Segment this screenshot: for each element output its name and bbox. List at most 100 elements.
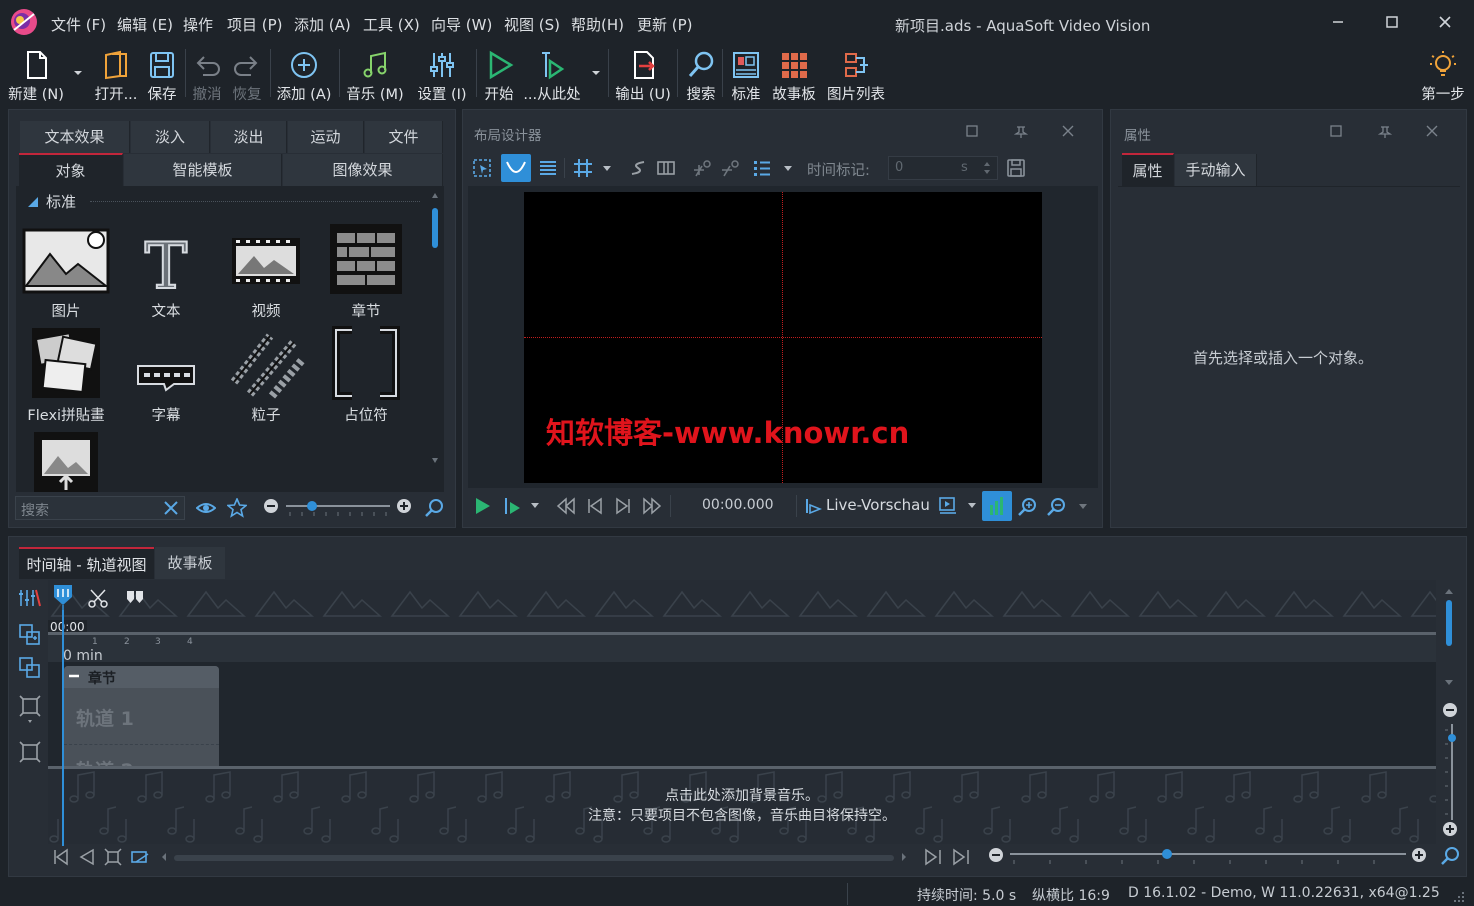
panel-maximize-icon[interactable] [966,125,978,137]
library-item-chapter[interactable]: 章节 [316,222,416,321]
image-list-button[interactable]: 图片列表 [824,47,888,103]
save-button[interactable]: 保存 [142,47,182,103]
tab-manual-input[interactable]: 手动输入 [1175,154,1257,186]
scissors-icon[interactable] [87,588,109,610]
export-button[interactable]: 输出 (U) [612,47,674,103]
horizontal-zoom-in-icon[interactable] [1411,847,1427,863]
timeline-zoom-fit-icon[interactable] [1440,846,1460,866]
preview-dropdown-icon[interactable] [967,502,977,510]
music-button[interactable]: 音乐 (M) [342,47,408,103]
horizontal-zoom-slider[interactable] [1010,848,1406,866]
panel-close-icon[interactable] [1062,125,1074,137]
play-icon[interactable] [472,496,492,516]
background-music-track[interactable]: 点击此处添加背景音乐。 注意：只要项目不包含图像，音乐曲目将保持空。 [48,769,1436,844]
library-search-input[interactable]: 搜索 [15,496,185,520]
tab-fade-in[interactable]: 淡入 [131,121,210,153]
more-dropdown-icon[interactable] [1078,503,1088,511]
panel-pin-icon[interactable] [1014,125,1028,139]
scroll-left-icon[interactable] [160,852,168,862]
menu-file[interactable]: 文件 (F) [51,14,106,35]
vertical-zoom-in-icon[interactable] [1442,821,1458,837]
undo-button[interactable]: 撤消 [187,47,227,103]
zoom-fit-icon[interactable] [424,498,444,518]
show-selection-icon[interactable] [130,848,150,866]
zoom-in-icon[interactable] [1017,497,1037,517]
open-button[interactable]: 打开... [90,47,142,103]
menu-edit[interactable]: 编辑 (E) [117,14,173,35]
standard-view-button[interactable]: 标准 [725,47,767,103]
menu-action[interactable]: 操作 [183,14,213,35]
library-item-particles[interactable]: 粒子 [216,326,316,425]
horizontal-zoom-out-icon[interactable] [988,847,1004,863]
previous-object-icon[interactable] [78,848,96,866]
panel-maximize-icon[interactable] [1330,125,1342,137]
library-item-video[interactable]: 视频 [216,226,316,321]
tab-fade-out[interactable]: 淡出 [211,121,287,153]
remove-track-icon[interactable] [18,656,42,680]
play-dropdown-icon[interactable] [591,69,601,77]
tab-objects[interactable]: 对象 [19,153,123,187]
zoom-in-icon[interactable] [396,498,412,514]
audio-levels-toggle[interactable] [982,491,1012,521]
tab-file[interactable]: 文件 [365,121,443,153]
timeline-vertical-scrollbar[interactable] [1442,586,1456,690]
go-to-start-icon[interactable] [52,848,70,866]
add-track-icon[interactable] [18,623,42,647]
scroll-right-icon[interactable] [900,852,908,862]
menu-wizard[interactable]: 向导 (W) [431,14,492,35]
menu-project[interactable]: 项目 (P) [227,14,283,35]
previous-frame-icon[interactable] [586,497,604,515]
play-from-here-button[interactable]: ...从此处 [520,47,584,103]
motion-path-toggle[interactable] [501,154,531,182]
frame-icon[interactable] [656,158,676,178]
time-marker-input[interactable]: 0 s [888,156,998,180]
resize-grip-icon[interactable] [1452,890,1466,904]
library-item-text[interactable]: T 文本 [116,226,216,321]
clear-search-icon[interactable] [162,499,180,517]
storyboard-view-button[interactable]: 故事板 [768,47,820,103]
star-icon[interactable] [227,498,247,518]
path-icon[interactable] [628,158,648,178]
library-item-flexi-collage[interactable]: Flexi拼貼畫 [16,326,116,425]
library-item-placeholder[interactable]: 占位符 [316,326,416,425]
next-object-icon[interactable] [924,848,944,866]
tab-motion[interactable]: 运动 [288,121,364,153]
go-to-end-icon[interactable] [952,848,972,866]
panel-pin-icon[interactable] [1378,125,1392,139]
preview-canvas[interactable]: 知软博客-www.knowr.cn [524,192,1042,483]
library-item-subtitle[interactable]: 字幕 [116,326,216,425]
library-item-image[interactable]: 图片 [16,226,116,321]
settings-button[interactable]: 设置 (I) [410,47,474,103]
grid-icon[interactable] [573,158,593,178]
collapse-triangle-icon[interactable] [27,196,39,208]
library-item-image-upload[interactable] [16,428,116,492]
timeline-ruler[interactable]: 1 2 3 4 0 min [48,632,1436,664]
zoom-out-icon[interactable] [1046,497,1066,517]
menu-help[interactable]: 帮助(H) [571,14,624,35]
new-button[interactable]: 新建 (N) [4,47,68,103]
preview-mode-label[interactable]: Live-Vorschau [826,496,930,514]
maximize-button[interactable] [1382,12,1402,32]
marker-tool-icon[interactable] [52,583,74,613]
menu-tools[interactable]: 工具 (X) [363,14,420,35]
track-settings-icon[interactable] [18,586,42,608]
tab-timeline-track-view[interactable]: 时间轴 - 轨道视图 [19,547,154,579]
preview-settings-icon[interactable] [938,496,958,516]
tab-properties[interactable]: 属性 [1122,153,1174,187]
start-button[interactable]: 开始 [480,47,518,103]
add-keyframe-icon[interactable] [692,158,712,178]
close-button[interactable] [1435,12,1455,32]
menu-view[interactable]: 视图 (S) [504,14,560,35]
grid-dropdown-icon[interactable] [602,165,612,173]
playhead[interactable] [62,610,64,846]
fit-view-icon[interactable] [104,848,122,866]
vertical-zoom-slider[interactable] [1444,724,1456,820]
spin-arrows-icon[interactable] [983,160,991,176]
next-frame-icon[interactable] [614,497,632,515]
new-dropdown-icon[interactable] [73,69,83,77]
vertical-zoom-out-icon[interactable] [1442,702,1458,718]
tab-image-effects[interactable]: 图像效果 [283,154,443,186]
add-button[interactable]: 添加 (A) [272,47,336,103]
tab-smart-templates[interactable]: 智能模板 [124,154,282,186]
expand-track-icon[interactable] [18,694,42,724]
